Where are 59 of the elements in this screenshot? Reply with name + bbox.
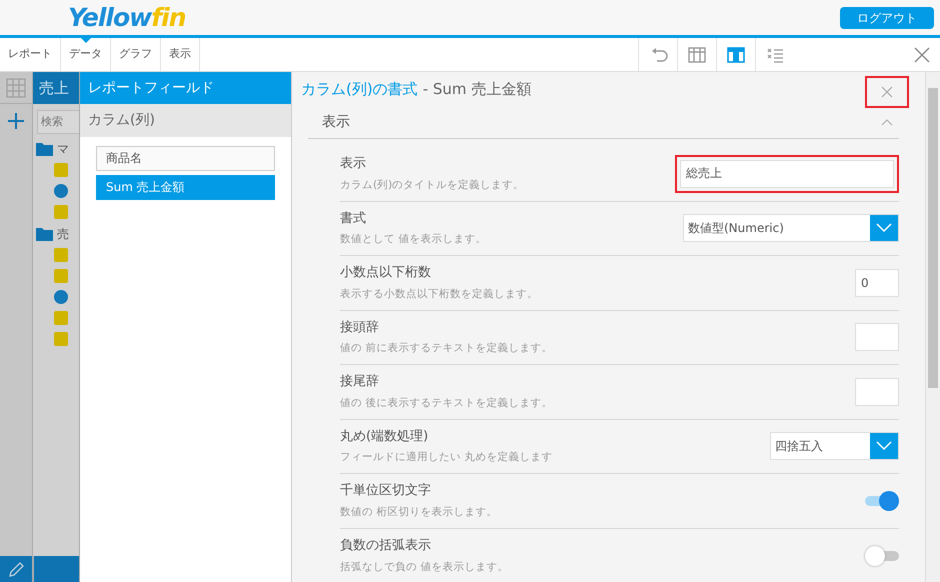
chevron-down-icon xyxy=(876,223,892,234)
panel-title: 売上 xyxy=(33,72,79,104)
edit-button[interactable] xyxy=(0,556,32,582)
dimension-icon xyxy=(54,248,68,262)
folder-icon xyxy=(36,226,53,240)
table-icon xyxy=(687,44,707,64)
metric-icon xyxy=(54,290,68,304)
panel-title: カラム(列)の書式 xyxy=(301,79,418,100)
dropdown[interactable]: 数値型(Numeric) xyxy=(683,214,899,242)
folder-label[interactable]: 売 xyxy=(57,224,69,242)
input-field[interactable]: 0 xyxy=(855,268,899,297)
collapse-button[interactable] xyxy=(881,118,893,126)
field-label: 負数の括弧表示 xyxy=(340,537,432,556)
metric-icon xyxy=(54,184,68,198)
search-field[interactable]: 検索 xyxy=(37,110,79,134)
field-label: 接頭辞 xyxy=(340,318,380,337)
panel-subtitle: - Sum 売上金額 xyxy=(422,79,532,100)
field-label: 千単位区切文字 xyxy=(340,482,432,500)
dimension-icon xyxy=(54,311,68,325)
field-label: 表示 xyxy=(340,155,367,174)
field-description: フィールドに適用したい 丸めを定義します xyxy=(340,450,552,466)
dimension-icon xyxy=(54,332,68,346)
toggle-switch[interactable] xyxy=(865,546,899,566)
input-field[interactable] xyxy=(855,378,899,406)
dimension-icon xyxy=(54,269,68,283)
dropdown[interactable]: 四捨五入 xyxy=(770,432,899,460)
dimension-icon xyxy=(54,163,68,177)
field-label: 書式 xyxy=(340,210,367,228)
logo: Yellowfin xyxy=(68,2,186,34)
field-label: 小数点以下桁数 xyxy=(340,264,432,282)
folder-icon xyxy=(36,142,53,156)
panel-header: レポートフィールド xyxy=(80,72,291,104)
field-description: 値の 前に表示するテキストを定義します。 xyxy=(340,341,552,356)
field-label: 接尾辞 xyxy=(340,373,380,392)
pencil-icon xyxy=(7,560,25,578)
toggle-switch[interactable] xyxy=(865,490,899,511)
chevron-down-icon xyxy=(876,441,892,452)
folder-label[interactable]: マ xyxy=(57,140,69,158)
plus-icon[interactable] xyxy=(7,112,25,130)
close-icon xyxy=(881,86,893,98)
grid-icon[interactable] xyxy=(6,78,26,98)
field-label: 丸め(端数処理) xyxy=(340,428,430,446)
section-header: カラム(列) xyxy=(80,104,291,137)
field-description: 数値の 桁区切りを表示します。 xyxy=(340,504,498,520)
section-title: 表示 xyxy=(322,112,350,132)
input-field[interactable] xyxy=(855,323,899,352)
field-description: 値の 後に表示するテキストを定義します。 xyxy=(340,396,552,411)
chevron-up-icon xyxy=(881,118,893,126)
field-description: 括弧なしで負の 値を表示します。 xyxy=(340,560,508,575)
field-description: カラム(列)のタイトルを定義します。 xyxy=(340,178,524,193)
scrollbar[interactable] xyxy=(925,72,940,582)
close-icon xyxy=(914,46,930,62)
close-button[interactable] xyxy=(865,76,909,108)
field-item[interactable]: 商品名 xyxy=(96,146,275,171)
columns-icon xyxy=(726,44,746,64)
field-description: 数値として 値を表示します。 xyxy=(340,232,486,248)
input-field[interactable]: 総売上 xyxy=(680,160,894,188)
dimension-icon xyxy=(54,205,68,219)
field-description: 表示する小数点以下桁数を定義します。 xyxy=(340,286,538,302)
